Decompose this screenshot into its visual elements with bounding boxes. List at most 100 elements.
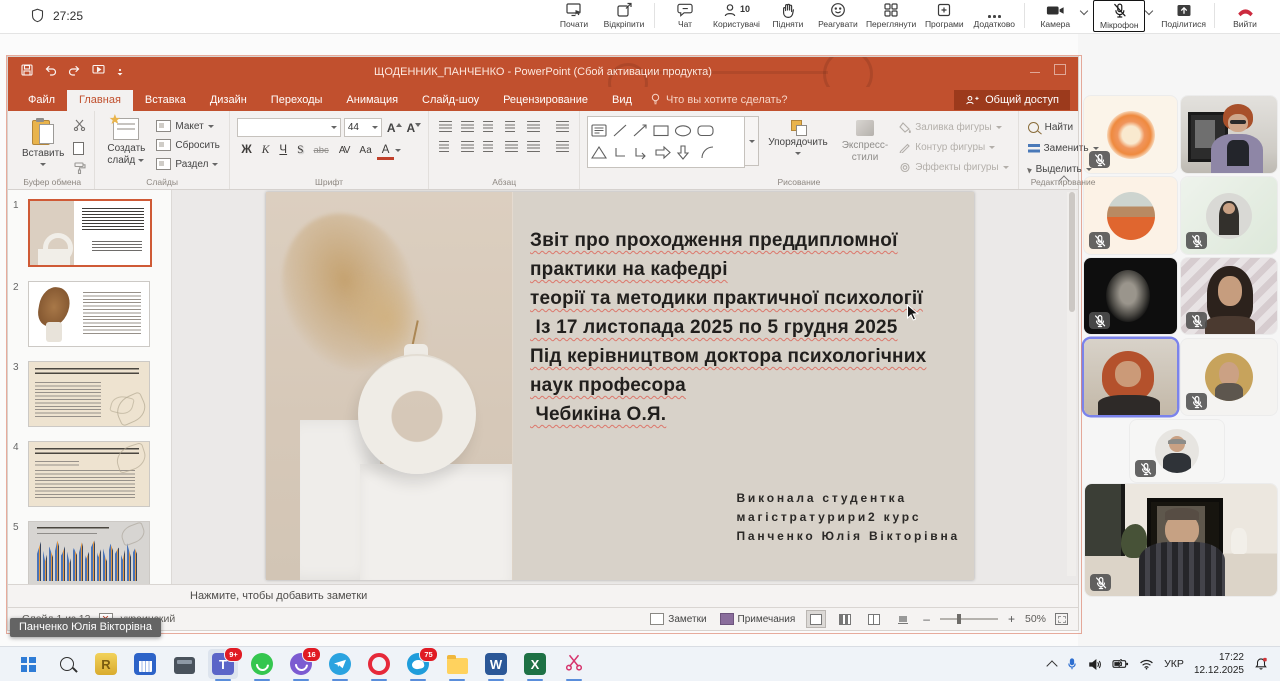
replace-button[interactable]: Заменить (1026, 141, 1101, 156)
underline-button[interactable]: Ч (275, 143, 292, 157)
tray-battery-icon[interactable] (1112, 658, 1129, 670)
reading-view-button[interactable] (864, 610, 884, 628)
more-button[interactable]: Додатково (969, 0, 1019, 30)
increase-indent-icon[interactable] (505, 121, 518, 132)
tray-language-indicator[interactable]: УКР (1164, 658, 1184, 670)
redo-icon[interactable] (68, 63, 81, 81)
view-button[interactable]: Переглянути (863, 0, 919, 30)
numbering-icon[interactable] (461, 121, 474, 132)
search-button[interactable] (54, 651, 80, 677)
zoom-level[interactable]: 50% (1025, 613, 1046, 625)
camera-options-chevron[interactable] (1080, 7, 1088, 15)
thumbnail-slide-5[interactable]: 5 (13, 521, 171, 584)
microphone-options-chevron[interactable] (1145, 7, 1153, 15)
font-name-combo[interactable] (237, 118, 341, 137)
shapes-gallery-scroll[interactable] (745, 116, 759, 166)
participant-tile-7-active-speaker[interactable] (1084, 339, 1177, 415)
dark-app-button[interactable] (171, 651, 197, 677)
share-button[interactable]: Поділитися (1158, 0, 1209, 30)
text-shadow-button[interactable]: S (293, 143, 308, 157)
paste-button[interactable]: Вставить (17, 116, 69, 168)
camera-button[interactable]: Камера (1030, 0, 1080, 30)
align-center-icon[interactable] (461, 141, 474, 152)
r-app-button[interactable]: R (93, 651, 119, 677)
new-slide-button[interactable]: Создатьслайд (102, 116, 150, 168)
zoom-in-button[interactable]: + (1007, 612, 1016, 626)
tab-view[interactable]: Вид (600, 90, 644, 111)
tab-home[interactable]: Главная (67, 90, 133, 111)
snipping-tool-button[interactable] (561, 651, 587, 677)
excel-button[interactable]: X (522, 651, 548, 677)
tell-me-box[interactable]: Что вы хотите сделать? (644, 93, 794, 111)
character-spacing-button[interactable]: AV (334, 144, 354, 157)
tab-transitions[interactable]: Переходы (259, 90, 335, 111)
cut-icon[interactable] (73, 118, 87, 136)
slide-sorter-view-button[interactable] (835, 610, 855, 628)
reset-button[interactable]: Сбросить (154, 137, 221, 153)
tray-notifications-icon[interactable] (1254, 657, 1268, 671)
tray-wifi-icon[interactable] (1139, 658, 1154, 670)
meeting-info[interactable]: 27:25 (30, 7, 83, 24)
tab-slideshow[interactable]: Слайд-шоу (410, 90, 491, 111)
participant-tile-6[interactable] (1181, 258, 1277, 334)
zoom-slider-thumb[interactable] (957, 614, 961, 624)
participant-tile-2[interactable] (1181, 96, 1277, 173)
self-view-tile[interactable] (1085, 484, 1277, 596)
react-button[interactable]: Реагувати (813, 0, 863, 30)
arrange-button[interactable]: Упорядочить (763, 116, 833, 157)
word-button[interactable]: W (483, 651, 509, 677)
restore-icon[interactable] (1054, 64, 1066, 75)
font-color-button[interactable]: А (377, 143, 394, 157)
layout-button[interactable]: Макет (154, 118, 221, 134)
normal-view-button[interactable] (806, 610, 826, 628)
whatsapp-button[interactable] (249, 651, 275, 677)
tray-speaker-icon[interactable] (1088, 658, 1102, 671)
share-document-button[interactable]: Общий доступ (954, 90, 1070, 110)
teams-app-button[interactable]: T9+ (210, 651, 236, 677)
tray-microphone-icon[interactable] (1066, 657, 1078, 671)
text-direction-icon[interactable] (556, 121, 569, 132)
thumbnail-slide-3[interactable]: 3 (13, 361, 171, 427)
decrease-indent-icon[interactable] (483, 121, 496, 132)
notes-pane[interactable]: Нажмите, чтобы добавить заметки (8, 584, 1078, 607)
strikethrough-button[interactable]: abc (309, 144, 333, 157)
align-right-icon[interactable] (483, 141, 496, 152)
tab-review[interactable]: Рецензирование (491, 90, 600, 111)
shapes-gallery[interactable] (587, 116, 745, 168)
quick-styles-button[interactable]: Экспресс-стили (837, 116, 894, 165)
thumbnail-slide-4[interactable]: 4 (13, 441, 171, 507)
copy-icon[interactable] (73, 142, 84, 155)
smartart-convert-icon[interactable] (556, 141, 569, 152)
notes-toggle[interactable]: Заметки (648, 611, 708, 627)
tray-expand-chevron[interactable] (1048, 659, 1056, 670)
slideshow-view-button[interactable] (893, 610, 913, 628)
columns-icon[interactable] (527, 141, 540, 152)
shape-fill-button[interactable]: Заливка фигуры (897, 120, 1010, 135)
opera-button[interactable] (366, 651, 392, 677)
file-explorer-button[interactable] (444, 651, 470, 677)
tab-animations[interactable]: Анимация (334, 90, 410, 111)
justify-icon[interactable] (505, 141, 518, 152)
comments-toggle[interactable]: Примечания (718, 611, 798, 627)
bullets-icon[interactable] (439, 121, 452, 132)
thumbnail-preview[interactable] (28, 441, 150, 507)
font-color-dropdown[interactable] (395, 149, 401, 152)
participants-button[interactable]: 10 Користувачі (710, 0, 763, 30)
tab-insert[interactable]: Вставка (133, 90, 198, 111)
shape-effects-button[interactable]: Эффекты фигуры (897, 160, 1010, 175)
calculator-button[interactable] (132, 651, 158, 677)
thumbnail-slide-2[interactable]: 2 (13, 281, 171, 347)
find-button[interactable]: Найти (1026, 120, 1101, 135)
slide-canvas[interactable]: Звіт про проходження преддипломної практ… (266, 192, 974, 580)
thumbnail-preview[interactable] (28, 281, 150, 347)
telegram-button[interactable] (327, 651, 353, 677)
thumbnail-slide-1[interactable]: 1 (13, 199, 171, 267)
shrink-font-button[interactable]: А (405, 121, 422, 135)
change-case-button[interactable]: Аа (355, 144, 376, 157)
italic-button[interactable]: К (257, 143, 274, 157)
participant-tile-5[interactable] (1084, 258, 1177, 334)
save-icon[interactable] (21, 63, 33, 81)
participant-tile-9[interactable] (1130, 420, 1224, 482)
undo-icon[interactable] (44, 63, 57, 81)
bird-app-button[interactable]: 75 (405, 651, 431, 677)
